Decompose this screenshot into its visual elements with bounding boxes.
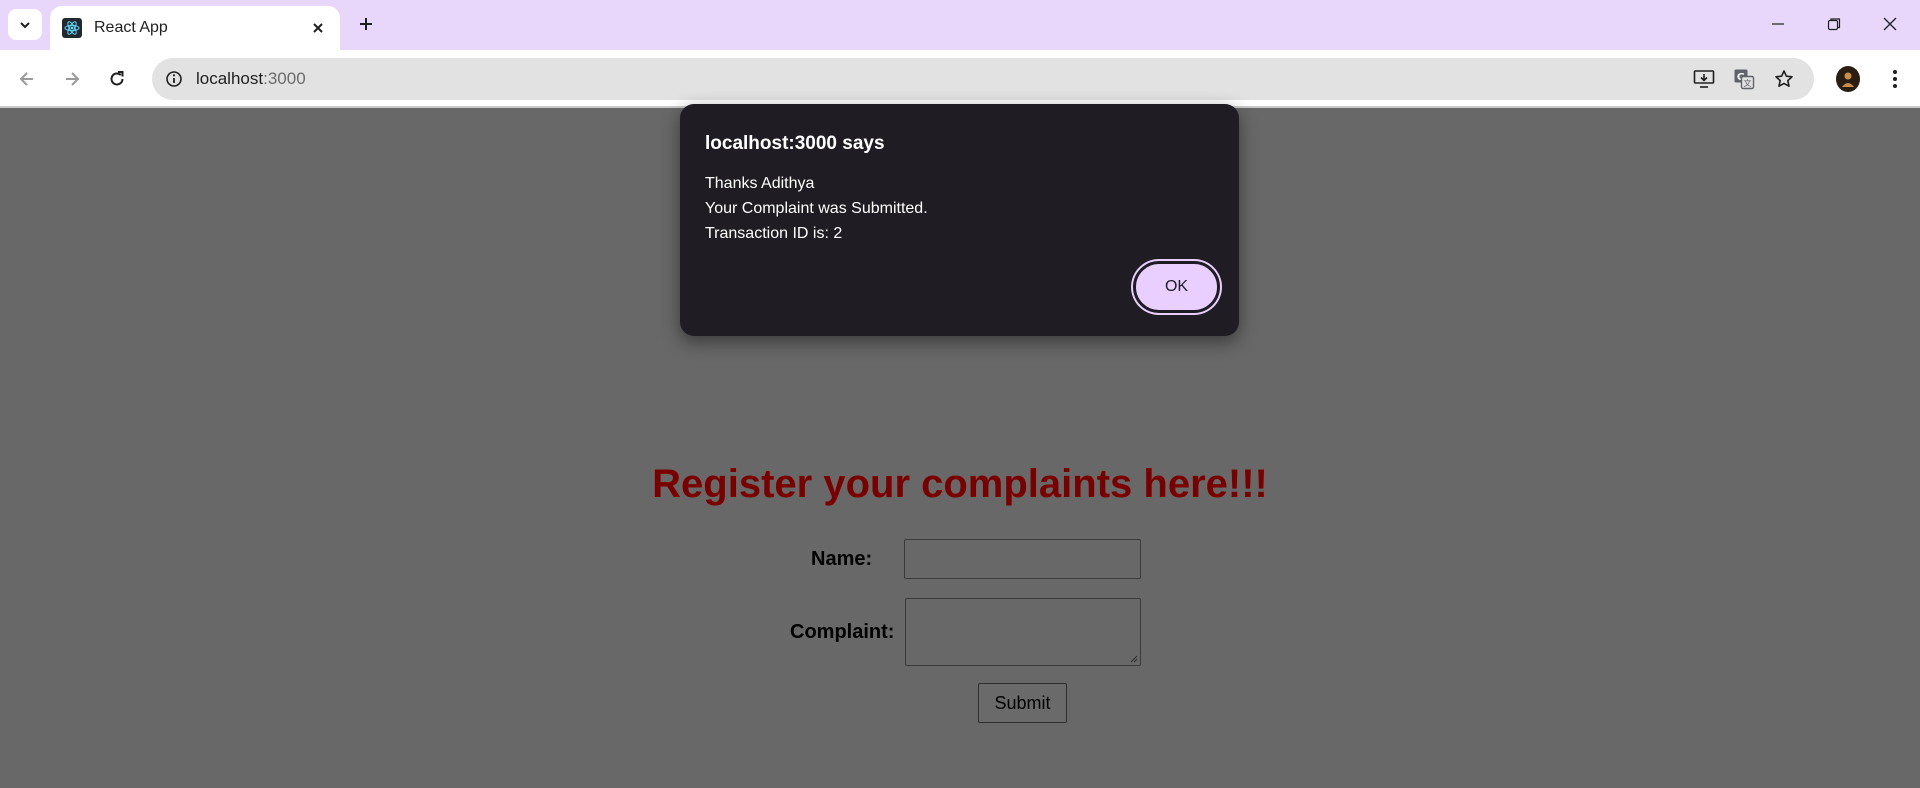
site-info-icon[interactable] xyxy=(162,67,186,91)
profile-avatar[interactable] xyxy=(1836,66,1860,92)
new-tab-button[interactable] xyxy=(352,10,380,38)
tab-search-button[interactable] xyxy=(8,9,42,40)
plus-icon xyxy=(360,18,372,30)
arrow-right-icon xyxy=(66,72,80,86)
ok-button[interactable]: OK xyxy=(1133,261,1220,313)
kebab-menu-icon xyxy=(1893,70,1897,88)
dialog-line: Transaction ID is: 2 xyxy=(705,225,843,242)
arrow-left-icon xyxy=(19,72,33,86)
minimize-button[interactable] xyxy=(1752,6,1804,42)
resize-handle-icon[interactable] xyxy=(1128,653,1138,663)
tab-react-app[interactable]: React App xyxy=(50,6,340,50)
browser-menu-button[interactable] xyxy=(1880,62,1910,96)
avatar-icon xyxy=(1842,72,1854,87)
svg-text:文: 文 xyxy=(1744,78,1752,88)
restore-button[interactable] xyxy=(1808,6,1860,42)
complaint-label: Complaint: xyxy=(790,621,895,643)
close-tab-icon[interactable] xyxy=(308,18,328,38)
reload-icon xyxy=(110,71,124,86)
name-input[interactable] xyxy=(904,539,1141,579)
dialog-title: localhost:3000 says xyxy=(705,133,885,154)
translate-icon[interactable]: G文 xyxy=(1732,67,1756,91)
install-app-icon[interactable] xyxy=(1692,67,1716,91)
tab-title: React App xyxy=(94,19,168,36)
dialog-line: Your Complaint was Submitted. xyxy=(705,200,928,217)
back-button[interactable] xyxy=(10,62,44,96)
minimize-icon xyxy=(1772,23,1784,25)
name-label: Name: xyxy=(811,548,873,570)
dialog-message: Thanks Adithya Your Complaint was Submit… xyxy=(705,171,928,246)
submit-button[interactable]: Submit xyxy=(978,683,1067,723)
browser-toolbar: localhost:3000 G文 xyxy=(0,50,1920,108)
page-title: Register your complaints here!!! xyxy=(652,462,1268,506)
forward-button[interactable] xyxy=(55,62,89,96)
url-port: :3000 xyxy=(263,69,306,88)
chevron-down-icon xyxy=(20,21,30,28)
bookmark-star-icon[interactable] xyxy=(1772,67,1796,91)
reload-button[interactable] xyxy=(100,62,134,96)
react-icon xyxy=(62,18,82,38)
close-icon xyxy=(1883,17,1897,31)
url-text[interactable]: localhost:3000 xyxy=(196,69,306,89)
tab-strip: React App xyxy=(0,0,1920,50)
address-bar[interactable]: localhost:3000 G文 xyxy=(152,58,1814,100)
dialog-line: Thanks Adithya xyxy=(705,175,815,192)
url-host: localhost xyxy=(196,69,264,88)
close-window-button[interactable] xyxy=(1864,6,1916,42)
alert-dialog: localhost:3000 says Thanks Adithya Your … xyxy=(680,104,1239,336)
complaint-textarea[interactable] xyxy=(905,598,1141,666)
restore-icon xyxy=(1827,18,1841,31)
